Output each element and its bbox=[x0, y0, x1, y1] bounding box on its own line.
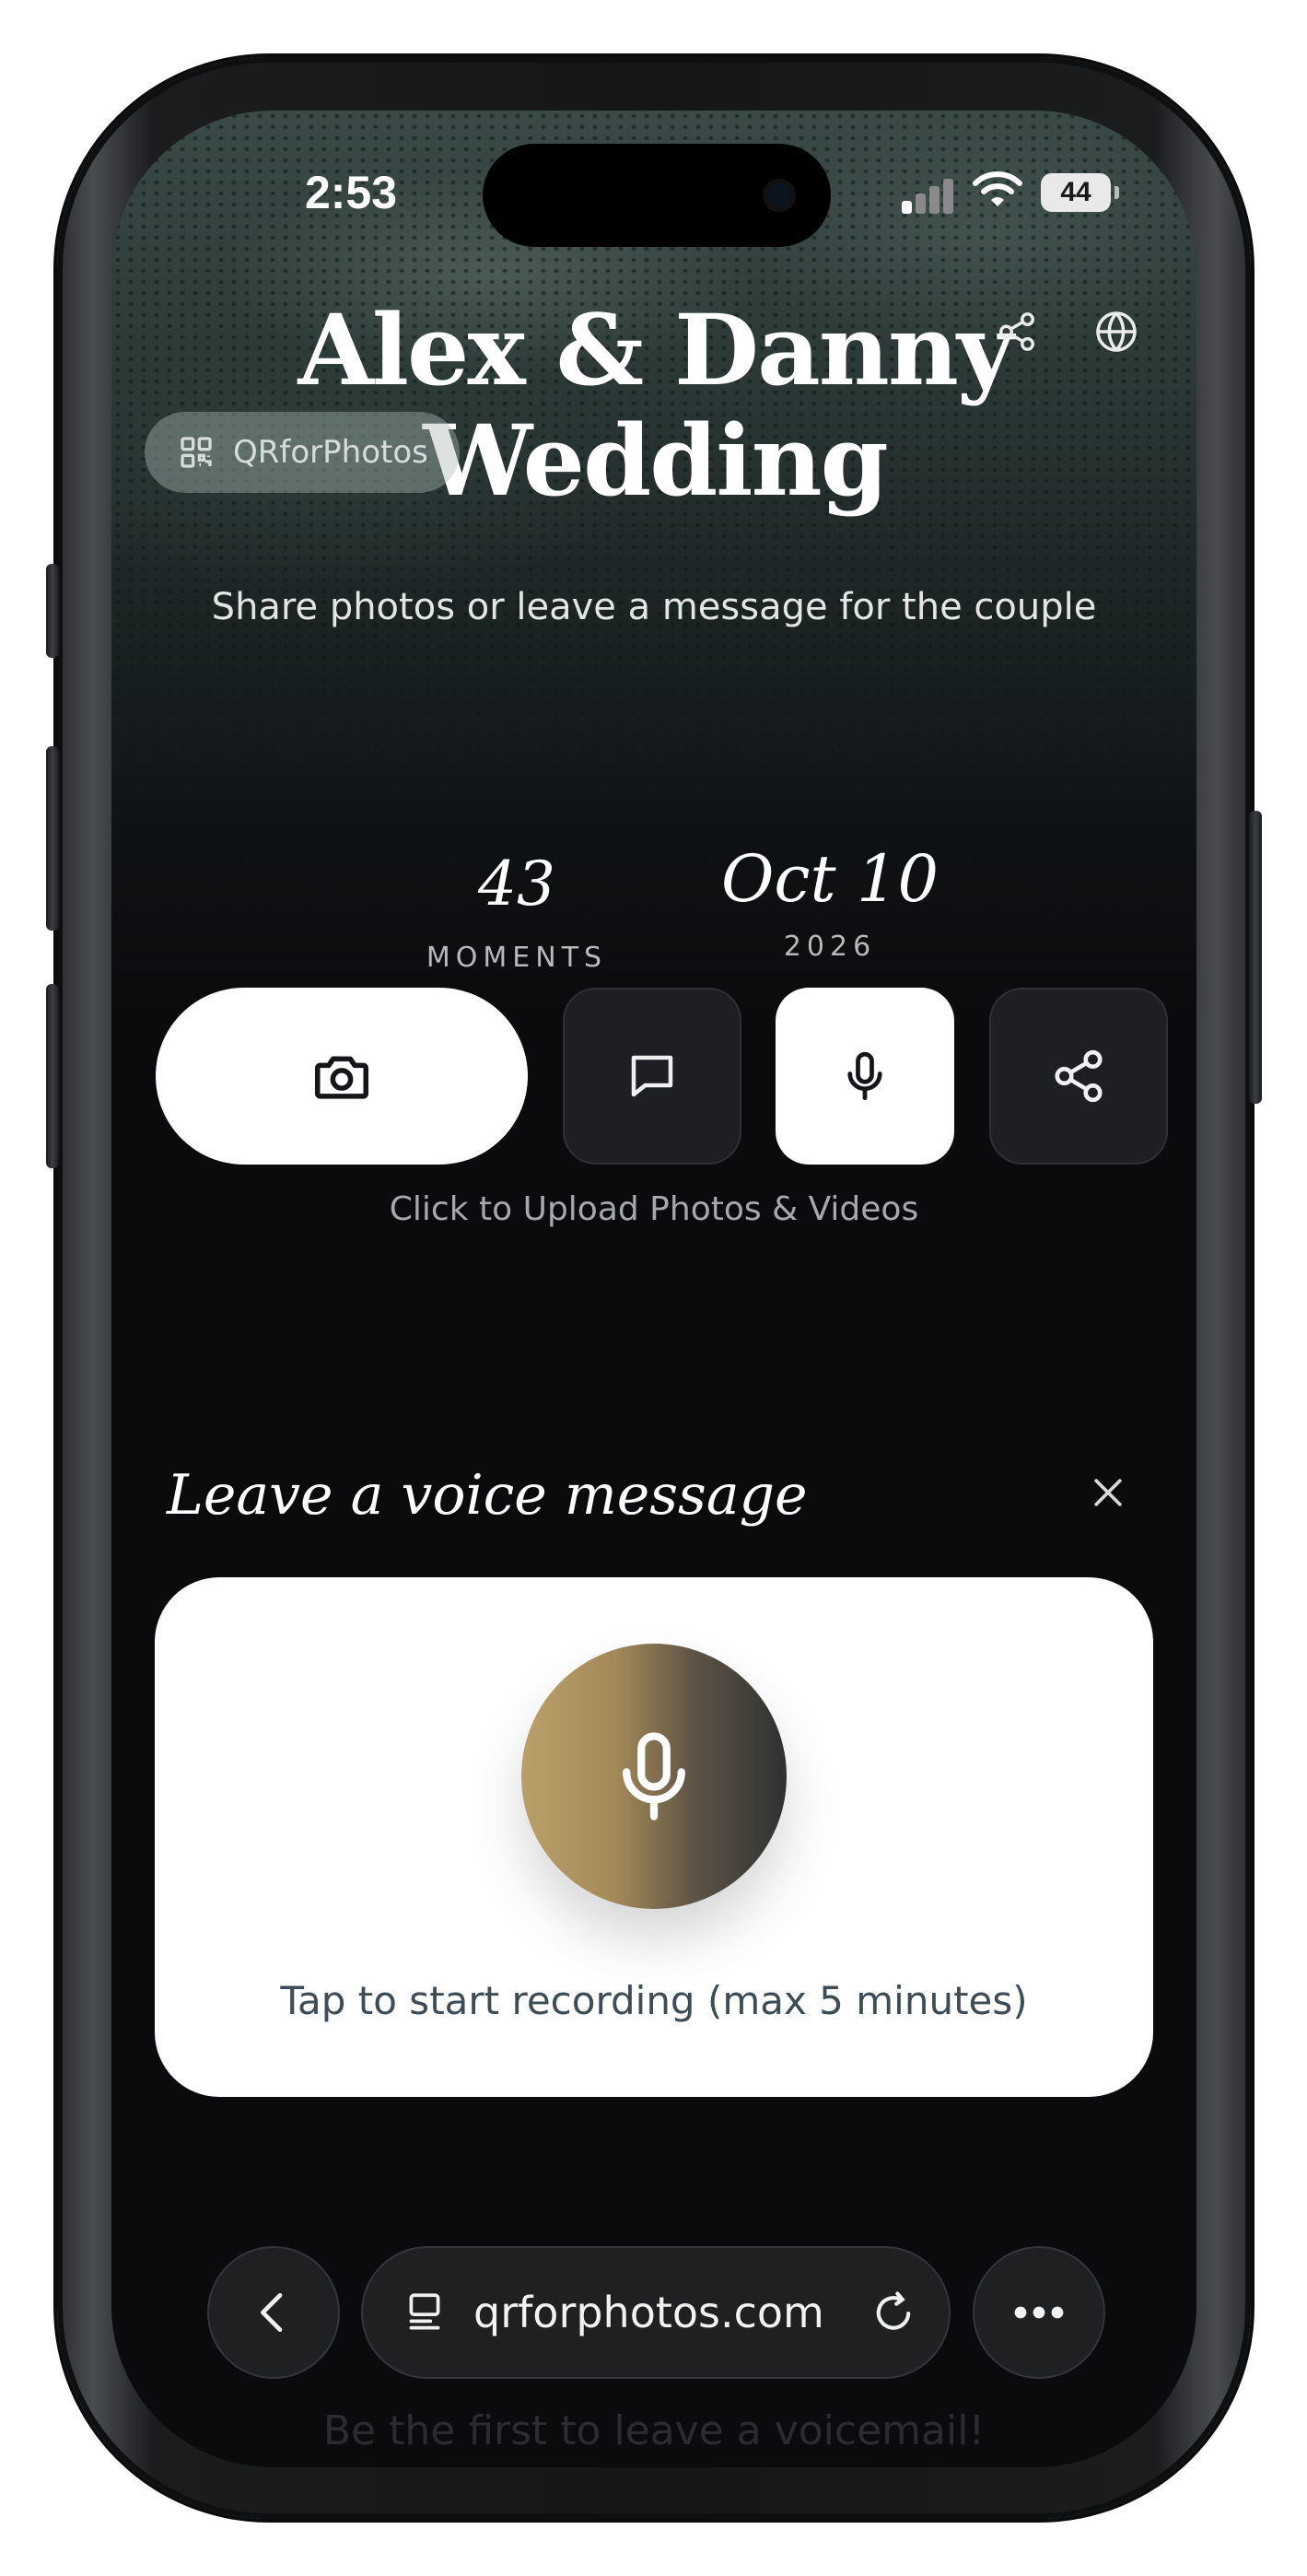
stat-moments: 43 MOMENTS bbox=[406, 848, 627, 974]
page-settings-icon bbox=[409, 2293, 440, 2330]
brand-badge[interactable]: QRforPhotos bbox=[145, 412, 460, 493]
more-options-button[interactable] bbox=[973, 2246, 1105, 2379]
leave-message-button[interactable] bbox=[563, 988, 741, 1165]
close-voice-button[interactable] bbox=[1080, 1465, 1136, 1520]
battery-indicator: 44 bbox=[1041, 173, 1119, 212]
url-text: qrforphotos.com bbox=[473, 2288, 824, 2337]
power-button bbox=[1249, 811, 1262, 1104]
reload-icon[interactable] bbox=[869, 2289, 917, 2336]
record-button[interactable] bbox=[521, 1644, 787, 1909]
stat-value: 43 bbox=[478, 849, 555, 919]
front-camera bbox=[763, 179, 796, 212]
stat-value: Oct 10 bbox=[720, 841, 939, 917]
share-icon bbox=[1055, 1049, 1103, 1103]
phone-screen: 2:53 44 Alex & Danny Wedding QRforPhotos… bbox=[111, 111, 1196, 2467]
status-time: 2:53 bbox=[304, 167, 398, 218]
voice-section-title: Leave a voice message bbox=[167, 1463, 808, 1528]
volume-down-button bbox=[46, 984, 59, 1168]
message-icon bbox=[631, 1055, 673, 1097]
upload-photos-button[interactable] bbox=[156, 988, 528, 1165]
upload-hint: Click to Upload Photos & Videos bbox=[389, 1190, 919, 1228]
voice-message-button[interactable] bbox=[776, 988, 954, 1165]
voice-recorder-card: Tap to start recording (max 5 minutes) bbox=[155, 1577, 1153, 2097]
brand-label: QRforPhotos bbox=[233, 434, 428, 471]
page-subtitle: Share photos or leave a message for the … bbox=[211, 586, 1097, 628]
microphone-icon bbox=[847, 1051, 882, 1101]
stat-date: Oct 10 2026 bbox=[683, 842, 977, 963]
back-button[interactable] bbox=[207, 2246, 340, 2379]
dynamic-island bbox=[483, 144, 831, 247]
share-button[interactable] bbox=[989, 988, 1168, 1165]
camera-icon bbox=[314, 1056, 369, 1099]
address-bar[interactable]: qrforphotos.com bbox=[361, 2246, 951, 2379]
stat-label: MOMENTS bbox=[426, 942, 608, 974]
stat-label: 2026 bbox=[783, 931, 877, 963]
chevron-left-icon bbox=[261, 2293, 283, 2332]
voicemail-empty-state: Be the first to leave a voicemail! bbox=[322, 2407, 986, 2454]
globe-icon bbox=[1096, 311, 1137, 352]
share-header-button[interactable] bbox=[989, 304, 1044, 359]
record-hint: Tap to start recording (max 5 minutes) bbox=[280, 1978, 1028, 2023]
close-icon bbox=[1094, 1479, 1122, 1506]
ellipsis-icon bbox=[1014, 2306, 1064, 2319]
microphone-icon bbox=[623, 1732, 685, 1821]
language-button[interactable] bbox=[1089, 304, 1144, 359]
volume-up-button bbox=[46, 746, 59, 931]
share-icon bbox=[999, 312, 1034, 351]
action-button bbox=[46, 564, 59, 658]
title-line-1: Alex & Danny bbox=[298, 292, 1014, 407]
qr-code-icon bbox=[181, 437, 212, 468]
wifi-icon bbox=[973, 170, 1022, 215]
cellular-signal-icon bbox=[902, 177, 955, 214]
